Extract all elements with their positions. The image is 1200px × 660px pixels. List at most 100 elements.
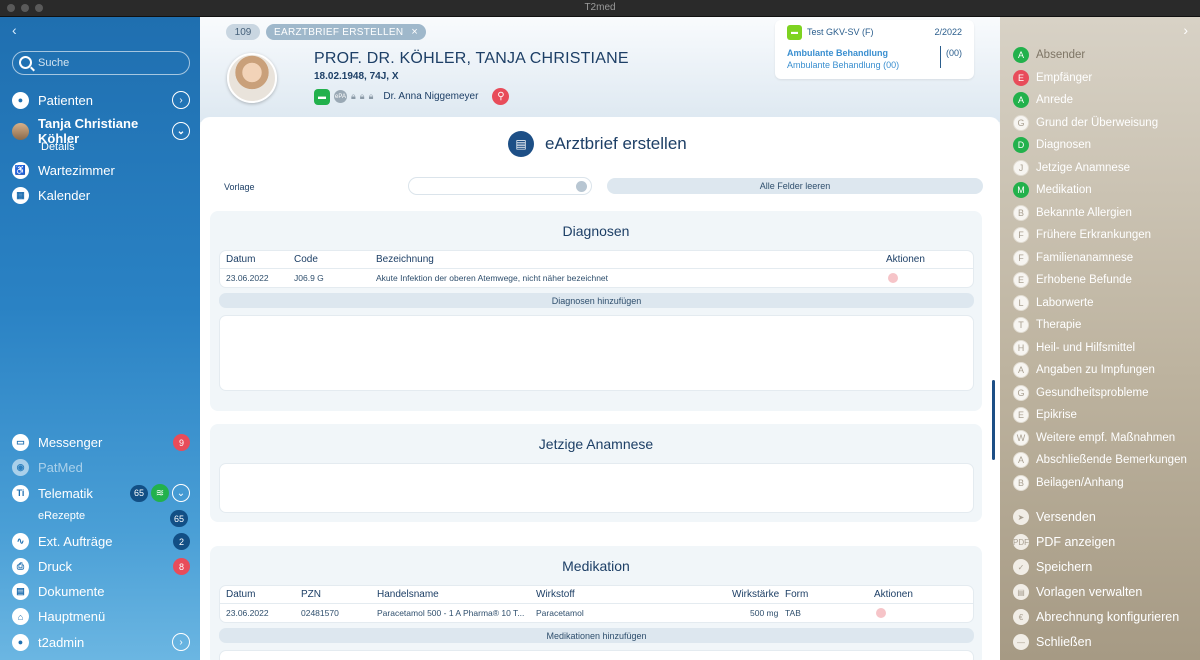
section-nav-item[interactable]: T Therapie [1013,317,1081,333]
section-nav-item[interactable]: M Medikation [1013,182,1092,198]
sidebar-item-patmed[interactable]: ◉ PatMed [12,459,190,476]
sidebar-item-patienten[interactable]: ● Patienten › [12,91,190,109]
patmed-icon: ◉ [12,459,29,476]
diagnosen-textarea[interactable] [219,315,974,391]
section-status-icon: A [1013,362,1029,378]
add-medikation-button[interactable]: Medikationen hinzufügen [219,628,974,643]
treatment-code: (00) [945,48,962,58]
medikation-textarea[interactable] [219,650,974,660]
section-nav-item[interactable]: H Heil- und Hilfsmittel [1013,339,1135,356]
sidebar-item-label: Kalender [38,188,91,203]
section-nav-item[interactable]: A Anrede [1013,92,1073,108]
section-nav-label: Jetzige Anamnese [1036,161,1130,174]
section-nav-item[interactable]: F Familienanamnese [1013,249,1133,266]
section-nav-item[interactable]: G Gesundheitsprobleme [1013,384,1149,401]
section-nav-item[interactable]: E Erhobene Befunde [1013,272,1132,288]
patient-dob: 18.02.1948, 74J, X [314,71,399,82]
anamnese-textarea[interactable] [219,463,974,513]
sidebar-item-erezepte[interactable]: eRezepte 65 [38,510,188,527]
section-status-icon: H [1013,339,1029,356]
action-close-circle-button[interactable]: — Schließen [1013,634,1092,650]
section-nav-item[interactable]: E Epikrise [1013,407,1077,423]
add-diagnose-button[interactable]: Diagnosen hinzufügen [219,293,974,308]
column-header: Datum [226,254,256,265]
search-placeholder: Suche [38,57,70,69]
delete-icon[interactable] [876,608,886,618]
sidebar-item-label: eRezepte [38,510,86,522]
insurance-card-icon[interactable]: ▬ [314,88,330,105]
scrollbar[interactable] [992,380,995,460]
section-nav-item[interactable]: A Abschließende Bemerkungen [1013,452,1187,468]
section-nav-item[interactable]: E Empfänger [1013,69,1092,86]
column-header: Bezeichnung [376,254,434,265]
chevron-right-icon[interactable]: › [172,633,190,651]
sidebar-item-details[interactable]: Details [41,141,75,153]
divider [940,46,941,68]
section-status-icon: L [1013,294,1029,311]
section-nav-item[interactable]: A Angaben zu Impfungen [1013,362,1155,378]
main-area: 109 EARZTBRIEF ERSTELLEN × PROF. DR. KÖH… [200,17,1000,660]
search-input[interactable]: Suche [12,51,190,75]
lock-icon: 🔒︎ [351,91,356,101]
section-nav-item[interactable]: F Frühere Erkrankungen [1013,227,1151,243]
insurance-card[interactable]: ▬ Test GKV-SV (F) 2/2022 Ambulante Behan… [775,20,974,79]
sidebar-item-telematik[interactable]: Ti Telematik 65 ≋ ⌄ [12,484,190,502]
sidebar-item-wartezimmer[interactable]: ♿ Wartezimmer [12,162,190,179]
page-title: ▤ eArztbrief erstellen [508,131,687,157]
ext-auftraege-badge: 2 [173,533,190,550]
diagnosen-table: Datum Code Bezeichnung Aktionen 23.06.20… [219,250,974,288]
sidebar-item-ext-auftraege[interactable]: ∿ Ext. Aufträge 2 [12,533,190,550]
section-nav-item[interactable]: G Grund der Überweisung [1013,114,1158,131]
content-panel: ▤ eArztbrief erstellen Vorlage Alle Feld… [200,117,1000,660]
section-nav-label: Gesundheitsprobleme [1036,386,1149,399]
section-nav-item[interactable]: D Diagnosen [1013,137,1091,153]
sidebar-item-current-patient[interactable]: Tanja Christiane Köhler ⌄ [12,116,190,146]
section-nav-item[interactable]: A Absender [1013,47,1085,63]
section-nav-label: Erhobene Befunde [1036,274,1132,286]
action-label: Versenden [1036,510,1096,524]
sidebar-item-messenger[interactable]: ▭ Messenger 9 [12,434,190,451]
sidebar-item-hauptmenu[interactable]: ⌂ Hauptmenü [12,608,190,625]
action-pdf-button[interactable]: PDF PDF anzeigen [1013,534,1115,550]
tab-earztbrief[interactable]: EARZTBRIEF ERSTELLEN × [266,24,427,40]
sidebar-item-druck[interactable]: ⎙ Druck 8 [12,558,190,575]
sidebar-item-dokumente[interactable]: ▤ Dokumente [12,583,190,600]
close-icon[interactable]: × [411,26,418,38]
action-template-button[interactable]: ▤ Vorlagen verwalten [1013,584,1142,600]
section-title: Diagnosen [562,223,630,239]
sidebar-item-kalender[interactable]: ▦ Kalender [12,187,190,204]
epa-icon[interactable]: ePA [334,90,347,103]
clear-fields-button[interactable]: Alle Felder leeren [607,178,983,194]
user-icon: ● [12,633,29,651]
section-nav-item[interactable]: J Jetzige Anamnese [1013,159,1130,176]
chevron-right-icon[interactable]: › [172,91,190,109]
section-nav-item[interactable]: B Beilagen/Anhang [1013,474,1124,491]
pin-icon[interactable]: ⚲ [492,88,510,105]
cell-bezeichnung: Akute Infektion der oberen Atemwege, nic… [376,273,609,283]
section-status-icon: T [1013,317,1029,333]
chevron-down-icon[interactable]: ⌄ [172,122,190,140]
sidebar-item-user[interactable]: ● t2admin › [12,633,190,651]
sidebar-item-label: Patienten [38,92,93,108]
chevron-right-icon[interactable]: › [1183,22,1188,38]
action-euro-button[interactable]: € Abrechnung konfigurieren [1013,609,1179,625]
chevron-down-icon[interactable]: ⌄ [172,484,190,502]
treatment-subtitle: Ambulante Behandlung (00) [787,60,900,70]
section-status-icon: E [1013,272,1029,288]
vorlage-select[interactable] [408,177,592,195]
cell-code: J06.9 G [294,273,324,283]
action-check-button[interactable]: ✓ Speichern [1013,559,1092,575]
section-nav-item[interactable]: B Bekannte Allergien [1013,204,1132,221]
calendar-icon: ▦ [12,187,29,204]
action-send-button[interactable]: ➤ Versenden [1013,509,1096,525]
doctor-name[interactable]: Dr. Anna Niggemeyer [383,91,478,102]
delete-icon[interactable] [888,273,898,283]
sidebar-item-label: t2admin [38,634,85,650]
section-nav-item[interactable]: L Laborwerte [1013,294,1094,311]
patient-photo[interactable] [227,53,277,103]
back-chevron-icon[interactable]: ‹ [12,22,17,38]
tab-count[interactable]: 109 [226,24,260,40]
column-header: Wirkstoff [536,589,575,600]
section-status-icon: B [1013,474,1029,491]
section-nav-item[interactable]: W Weitere empf. Maßnahmen [1013,429,1175,446]
